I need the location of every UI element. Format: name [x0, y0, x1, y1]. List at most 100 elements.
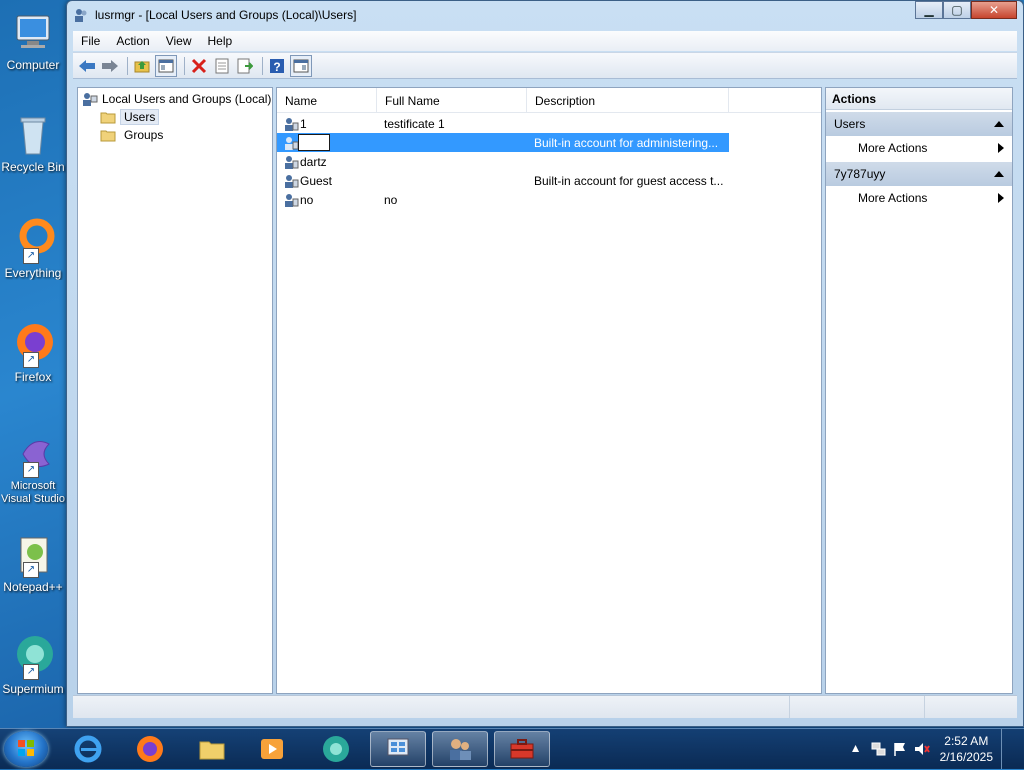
user-icon	[283, 192, 299, 208]
toolbar-separator	[184, 56, 185, 75]
table-row-selected[interactable]: Built-in account for administering...	[277, 133, 729, 152]
volume-muted-icon[interactable]	[914, 741, 930, 757]
actions-section-users[interactable]: Users	[826, 112, 1012, 136]
media-player-icon	[261, 739, 283, 759]
notepadpp-icon: ↗	[9, 530, 57, 578]
taskbar-internet-explorer[interactable]	[60, 731, 116, 767]
desktop-icon-computer[interactable]: Computer	[0, 8, 66, 72]
firefox-icon	[137, 736, 163, 762]
more-actions-selected-user[interactable]: More Actions	[826, 186, 1012, 210]
table-row[interactable]: dartz	[277, 152, 729, 171]
network-icon[interactable]	[870, 741, 886, 757]
toolbar: ?	[73, 52, 1017, 79]
show-hide-tree-icon	[158, 59, 174, 72]
cell-description	[534, 190, 726, 209]
status-cell	[790, 696, 925, 718]
desktop-icon-label: Everything	[4, 266, 62, 280]
taskbar-supermium[interactable]	[308, 731, 364, 767]
up-folder-button[interactable]	[132, 56, 152, 76]
cell-description: Built-in account for guest access t...	[534, 174, 724, 188]
show-hide-tree-button[interactable]	[155, 54, 177, 77]
windows-logo-icon	[18, 740, 34, 756]
recycle-bin-icon	[9, 110, 57, 158]
supermium-icon	[323, 736, 349, 762]
taskbar: ▲ 2:52 AM 2/16/2025	[0, 728, 1024, 769]
tree-root[interactable]: Local Users and Groups (Local)	[82, 90, 271, 108]
cell-name: dartz	[300, 155, 327, 169]
export-list-button[interactable]	[235, 56, 255, 76]
taskbar-file-explorer[interactable]	[184, 731, 240, 767]
show-desktop-button[interactable]	[1001, 729, 1016, 769]
cell-full-name: no	[384, 193, 398, 207]
up-folder-icon	[134, 60, 150, 72]
column-header-name[interactable]: Name	[277, 88, 377, 112]
user-icon	[283, 173, 299, 189]
taskbar-media-player[interactable]	[244, 731, 300, 767]
delete-button[interactable]	[189, 56, 209, 76]
start-button[interactable]	[4, 731, 48, 767]
firefox-icon: ↗	[9, 320, 57, 368]
close-button[interactable]: ✕	[971, 1, 1017, 19]
shortcut-arrow-icon: ↗	[23, 462, 39, 478]
menu-bar: File Action View Help	[73, 31, 1017, 51]
clock[interactable]: 2:52 AM 2/16/2025	[940, 733, 993, 765]
tree-item-users[interactable]: Users	[100, 108, 160, 126]
desktop-icon-firefox[interactable]: ↗ Firefox	[0, 320, 66, 384]
control-panel-icon	[387, 738, 409, 756]
table-row[interactable]: 1 testificate 1	[277, 114, 729, 133]
cell-name: 1	[300, 117, 307, 131]
column-headers: Name Full Name Description	[277, 88, 821, 113]
tree-item-label: Groups	[124, 128, 164, 142]
column-header-full-name[interactable]: Full Name	[377, 88, 527, 112]
actions-section-selected-user[interactable]: 7y787uyy	[826, 162, 1012, 186]
users-icon	[450, 739, 471, 760]
supermium-icon: ↗	[9, 632, 57, 680]
tree-item-label: Users	[120, 109, 160, 125]
collapse-caret-icon[interactable]	[994, 121, 1004, 127]
forward-button[interactable]	[100, 56, 120, 76]
title-bar[interactable]: lusrmgr - [Local Users and Groups (Local…	[67, 1, 1023, 29]
taskbar-firefox[interactable]	[122, 731, 178, 767]
taskbar-toolbox[interactable]	[494, 731, 550, 767]
desktop-icon-supermium[interactable]: ↗ Supermium	[0, 632, 66, 696]
more-actions-users[interactable]: More Actions	[826, 136, 1012, 160]
users-list: Name Full Name Description 1 testificate…	[276, 87, 822, 694]
properties-icon	[215, 58, 229, 73]
menu-help[interactable]: Help	[200, 34, 241, 48]
show-hidden-icons-icon[interactable]: ▲	[848, 741, 864, 757]
help-button[interactable]: ?	[267, 56, 287, 76]
actions-pane: Actions Users More Actions 7y787uyy More…	[825, 87, 1013, 694]
back-icon	[79, 59, 95, 72]
collapse-caret-icon[interactable]	[994, 171, 1004, 177]
desktop-icon-everything[interactable]: ↗ Everything	[0, 216, 66, 280]
cell-description	[534, 114, 726, 133]
tree-root-label: Local Users and Groups (Local)	[102, 92, 272, 106]
console-tree: Local Users and Groups (Local) Users Gro…	[77, 87, 273, 694]
tree-item-groups[interactable]: Groups	[100, 126, 163, 144]
action-center-flag-icon[interactable]	[892, 741, 908, 757]
menu-file[interactable]: File	[73, 34, 108, 48]
desktop-icon-visual-studio[interactable]: ↗ Microsoft Visual Studio	[0, 430, 66, 506]
table-row[interactable]: Guest Built-in account for guest access …	[277, 171, 729, 190]
desktop-icon-recycle-bin[interactable]: Recycle Bin	[0, 110, 66, 174]
taskbar-control-panel[interactable]	[370, 731, 426, 767]
menu-action[interactable]: Action	[108, 34, 157, 48]
minimize-button[interactable]: ▁	[915, 1, 943, 19]
rename-input[interactable]	[298, 134, 330, 151]
clock-time: 2:52 AM	[944, 734, 989, 748]
system-tray: ▲ 2:52 AM 2/16/2025	[842, 729, 1016, 769]
folder-icon	[100, 127, 116, 143]
show-hide-action-pane-button[interactable]	[290, 54, 312, 77]
desktop-icon-label: Notepad++	[3, 580, 63, 594]
desktop-icon-notepadpp[interactable]: ↗ Notepad++	[0, 530, 66, 594]
table-row[interactable]: no no	[277, 190, 729, 209]
column-header-description[interactable]: Description	[527, 88, 729, 112]
desktop-icon-label: Computer	[6, 58, 60, 72]
taskbar-users[interactable]	[432, 731, 488, 767]
back-button[interactable]	[77, 56, 97, 76]
properties-button[interactable]	[212, 56, 232, 76]
menu-view[interactable]: View	[158, 34, 200, 48]
maximize-button[interactable]: ▢	[943, 1, 971, 19]
cell-full-name	[384, 171, 524, 190]
shortcut-arrow-icon: ↗	[23, 352, 39, 368]
